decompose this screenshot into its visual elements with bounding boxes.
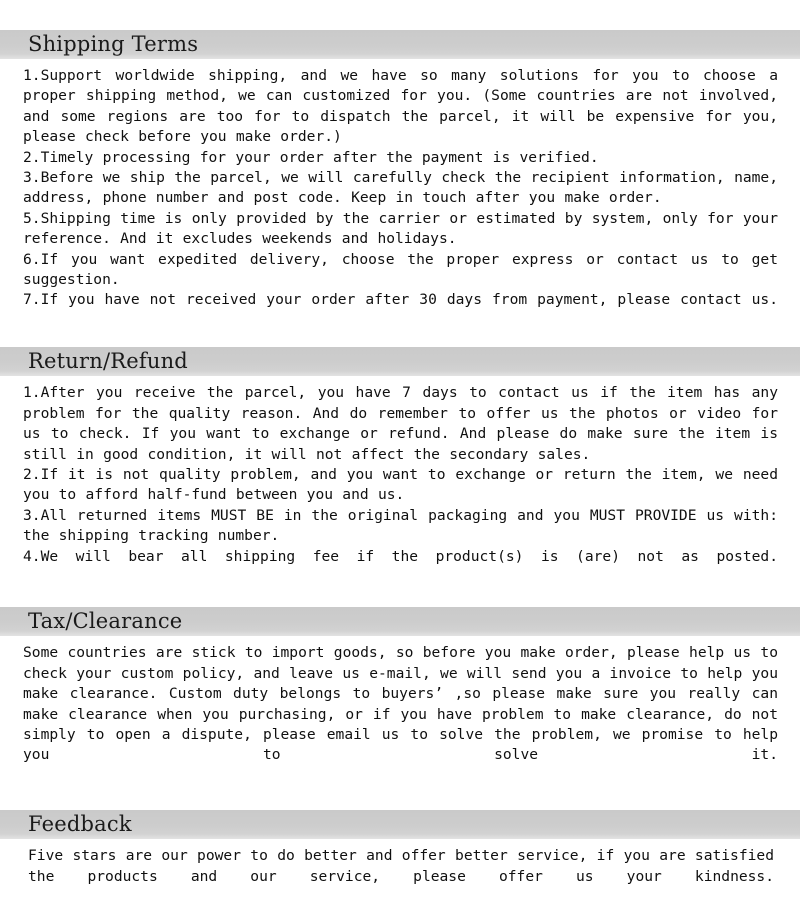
section-return-refund: Return/Refund 1.After you receive the pa… xyxy=(0,347,800,593)
policy-document: Shipping Terms 1.Support worldwide shipp… xyxy=(0,0,800,885)
section-text: Five stars are our power to do better an… xyxy=(28,847,784,885)
section-title: Shipping Terms xyxy=(28,32,199,56)
section-header-shipping-terms: Shipping Terms xyxy=(0,30,800,59)
section-body-return-refund: 1.After you receive the parcel, you have… xyxy=(0,376,800,593)
section-text: Some countries are stick to import goods… xyxy=(23,644,788,764)
section-header-tax-clearance: Tax/Clearance xyxy=(0,607,800,637)
section-body-tax-clearance: Some countries are stick to import goods… xyxy=(0,636,800,792)
section-body-shipping-terms: 1.Support worldwide shipping, and we hav… xyxy=(0,59,800,337)
section-title: Tax/Clearance xyxy=(28,609,183,634)
section-body-feedback: Five stars are our power to do better an… xyxy=(0,839,800,913)
section-feedback: Feedback Five stars are our power to do … xyxy=(0,810,800,913)
section-shipping-terms: Shipping Terms 1.Support worldwide shipp… xyxy=(0,30,800,337)
section-text: 1.Support worldwide shipping, and we hav… xyxy=(23,67,778,309)
section-title: Return/Refund xyxy=(28,349,188,374)
section-text: 1.After you receive the parcel, you have… xyxy=(23,384,778,565)
section-tax-clearance: Tax/Clearance Some countries are stick t… xyxy=(0,607,800,792)
section-header-feedback: Feedback xyxy=(0,810,800,840)
section-title: Feedback xyxy=(28,812,132,837)
section-header-return-refund: Return/Refund xyxy=(0,347,800,377)
